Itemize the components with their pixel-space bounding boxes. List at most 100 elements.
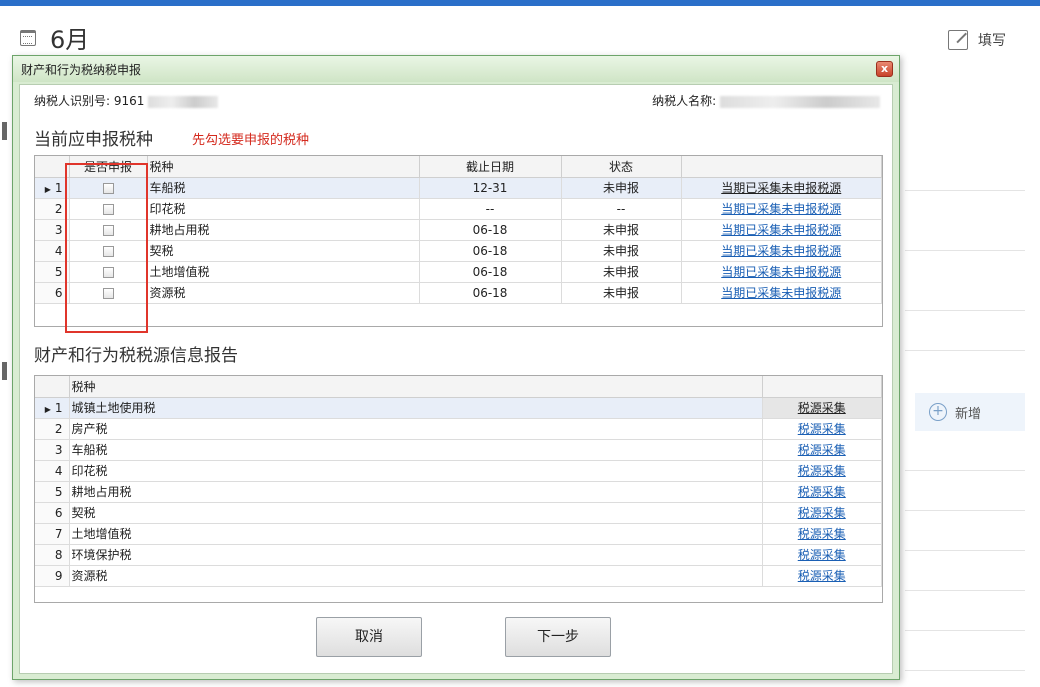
collected-source-link[interactable]: 当期已采集未申报税源	[681, 240, 882, 262]
background-divider	[905, 590, 1025, 591]
column-header[interactable]: 税种	[147, 156, 420, 178]
declare-checkbox-cell[interactable]	[69, 219, 148, 241]
status-cell: 未申报	[561, 282, 682, 304]
calendar-icon	[20, 29, 36, 46]
source-collect-link[interactable]: 税源采集	[762, 418, 882, 440]
source-collect-link[interactable]: 税源采集	[762, 523, 882, 545]
checkbox[interactable]	[102, 287, 114, 299]
background-divider	[905, 510, 1025, 511]
close-icon[interactable]: x	[876, 61, 893, 77]
table-row[interactable]: 7 土地增值税 税源采集	[35, 523, 882, 545]
column-header[interactable]: 税种	[69, 376, 763, 398]
row-pointer-icon: ▶	[44, 404, 51, 414]
row-number: 2	[35, 418, 70, 440]
background-divider	[905, 190, 1025, 191]
write-button[interactable]: 填写	[948, 30, 1006, 50]
table-row[interactable]: 8 环境保护税 税源采集	[35, 544, 882, 566]
row-number: 7	[35, 523, 70, 545]
taxpayer-id-value: 9161	[113, 94, 145, 108]
row-number: 3	[35, 439, 70, 461]
row-number: 9	[35, 565, 70, 587]
background-divider	[905, 470, 1025, 471]
declare-checkbox-cell[interactable]	[69, 282, 148, 304]
checkbox[interactable]	[102, 266, 114, 278]
tax-type-cell: 印花税	[69, 460, 763, 482]
table-row[interactable]: 2 房产税 税源采集	[35, 418, 882, 440]
row-number: 6	[35, 282, 70, 304]
collected-source-link[interactable]: 当期已采集未申报税源	[681, 198, 882, 220]
declare-checkbox-cell[interactable]	[69, 198, 148, 220]
column-header[interactable]: 截止日期	[419, 156, 562, 178]
declare-checkbox-cell[interactable]	[69, 177, 148, 199]
tax-type-cell: 车船税	[69, 439, 763, 461]
collected-source-link[interactable]: 当期已采集未申报税源	[681, 261, 882, 283]
taxpayer-name: 纳税人名称:	[652, 92, 880, 109]
redacted-area	[148, 95, 219, 108]
row-number: 5	[35, 261, 70, 283]
tax-type-cell: 耕地占用税	[69, 481, 763, 503]
status-cell: --	[561, 198, 682, 220]
background-divider	[905, 350, 1025, 351]
source-collect-link[interactable]: 税源采集	[762, 439, 882, 461]
source-collect-link[interactable]: 税源采集	[762, 397, 882, 419]
row-number: 8	[35, 544, 70, 566]
table-row[interactable]: 6 契税 税源采集	[35, 502, 882, 524]
table-row[interactable]: 4 印花税 税源采集	[35, 460, 882, 482]
tax-type-cell: 环境保护税	[69, 544, 763, 566]
tax-type-cell: 资源税	[69, 565, 763, 587]
column-header	[762, 376, 882, 398]
source-collect-link[interactable]: 税源采集	[762, 502, 882, 524]
declare-checkbox-cell[interactable]	[69, 240, 148, 262]
table-row[interactable]: 9 资源税 税源采集	[35, 565, 882, 587]
collected-source-link[interactable]: 当期已采集未申报税源	[681, 282, 882, 304]
table-row[interactable]: 2 印花税 -- -- 当期已采集未申报税源	[35, 198, 882, 220]
tax-type-cell: 房产税	[69, 418, 763, 440]
grid-corner	[35, 156, 70, 178]
checkbox[interactable]	[102, 224, 114, 236]
row-pointer-icon: ▶	[44, 184, 51, 194]
checkbox[interactable]	[102, 182, 114, 194]
row-number: ▶ 1	[35, 397, 70, 419]
cancel-button[interactable]: 取消	[316, 617, 422, 657]
background-divider	[905, 670, 1025, 671]
table-row[interactable]: ▶ 1 车船税 12-31 未申报 当期已采集未申报税源	[35, 177, 882, 199]
column-header[interactable]: 是否申报	[69, 156, 148, 178]
tax-declaration-dialog: 财产和行为税纳税申报 x 纳税人识别号: 9161 纳税人名称: 当前应申报税种…	[12, 55, 900, 680]
tax-type-cell: 车船税	[147, 177, 420, 199]
checkbox[interactable]	[102, 245, 114, 257]
tax-type-cell: 资源税	[147, 282, 420, 304]
row-number: 2	[35, 198, 70, 220]
row-number: 3	[35, 219, 70, 241]
table-row[interactable]: ▶ 1 城镇土地使用税 税源采集	[35, 397, 882, 419]
table-row[interactable]: 4 契税 06-18 未申报 当期已采集未申报税源	[35, 240, 882, 262]
source-collect-link[interactable]: 税源采集	[762, 460, 882, 482]
source-collect-link[interactable]: 税源采集	[762, 565, 882, 587]
section-current-taxes-title: 当前应申报税种	[34, 130, 153, 150]
source-collect-link[interactable]: 税源采集	[762, 544, 882, 566]
current-taxes-grid: 是否申报 税种 截止日期 状态 ▶ 1 车船税 12-31 未申报 当期已采集未…	[34, 155, 883, 327]
background-divider	[905, 630, 1025, 631]
table-row[interactable]: 6 资源税 06-18 未申报 当期已采集未申报税源	[35, 282, 882, 304]
column-header[interactable]: 状态	[561, 156, 682, 178]
table-row[interactable]: 3 车船税 税源采集	[35, 439, 882, 461]
write-label: 填写	[978, 33, 1006, 49]
section-source-report-title: 财产和行为税税源信息报告	[34, 346, 238, 366]
checkbox[interactable]	[102, 203, 114, 215]
table-row[interactable]: 3 耕地占用税 06-18 未申报 当期已采集未申报税源	[35, 219, 882, 241]
background-divider	[905, 550, 1025, 551]
source-collect-link[interactable]: 税源采集	[762, 481, 882, 503]
plus-circle-icon: +	[929, 403, 947, 421]
status-cell: 未申报	[561, 219, 682, 241]
tax-type-cell: 印花税	[147, 198, 420, 220]
collected-source-link[interactable]: 当期已采集未申报税源	[681, 177, 882, 199]
dialog-title: 财产和行为税纳税申报	[21, 62, 142, 77]
table-row[interactable]: 5 土地增值税 06-18 未申报 当期已采集未申报税源	[35, 261, 882, 283]
collected-source-link[interactable]: 当期已采集未申报税源	[681, 219, 882, 241]
declare-checkbox-cell[interactable]	[69, 261, 148, 283]
month-header: 6月	[20, 20, 89, 55]
left-edge-marker	[2, 122, 7, 140]
add-button[interactable]: + 新增	[915, 393, 1025, 431]
table-row[interactable]: 5 耕地占用税 税源采集	[35, 481, 882, 503]
deadline-cell: 12-31	[419, 177, 562, 199]
next-step-button[interactable]: 下一步	[505, 617, 611, 657]
